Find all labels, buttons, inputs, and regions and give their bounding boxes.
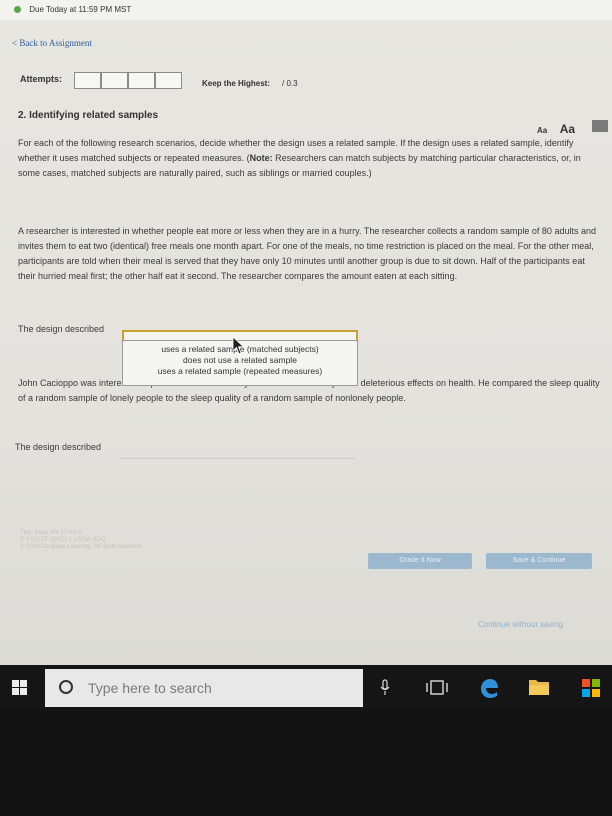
design-described-label-2: The design described [15, 442, 102, 452]
note-label: Note: [249, 153, 273, 163]
due-status-bar: Due Today at 11:59 PM MST [0, 0, 612, 20]
save-and-continue-button[interactable]: Save & Continue [486, 553, 592, 569]
attempt-box [74, 72, 101, 89]
browser-screen: Due Today at 11:59 PM MST < Back to Assi… [0, 0, 612, 665]
back-to-assignment-link[interactable]: < Back to Assignment [12, 38, 92, 48]
attempt-box [128, 72, 155, 89]
option-not-related[interactable]: does not use a related sample [123, 355, 357, 366]
edge-browser-icon[interactable] [477, 676, 501, 700]
store-icon[interactable] [580, 677, 602, 699]
taskbar-search-box[interactable]: Type here to search [45, 669, 363, 707]
font-larger-button[interactable]: Aa [560, 122, 575, 136]
keep-highest-label: Keep the Highest: [202, 79, 271, 88]
font-smaller-button[interactable]: Aa [537, 126, 547, 135]
footer-version-info: Tiep: Pavo VN 27.0.0.0 © 2 (A) EP (DVD) … [20, 530, 144, 550]
scenario-1-text: A researcher is interested in whether pe… [18, 226, 596, 281]
design-select-2[interactable] [120, 458, 356, 459]
grade-it-now-button[interactable]: Grade It Now [368, 553, 472, 569]
print-icon[interactable] [592, 120, 608, 132]
cortana-circle-icon [59, 680, 73, 694]
continue-without-saving-link[interactable]: Continue without saving [478, 620, 563, 629]
design-described-label: The design described [18, 324, 105, 334]
attempts-label: Attempts: [20, 74, 62, 84]
file-explorer-icon[interactable] [528, 677, 550, 697]
windows-start-icon[interactable] [12, 680, 28, 696]
attempt-box [155, 72, 182, 89]
question-title: 2. Identifying related samples [18, 110, 159, 121]
option-repeated-measures[interactable]: uses a related sample (repeated measures… [123, 366, 357, 377]
due-text: Due Today at 11:59 PM MST [29, 5, 132, 14]
status-dot-icon [14, 6, 21, 13]
keep-highest-value: / 0.3 [282, 79, 298, 88]
attempts-row: Attempts: Keep the Highest: / 0.3 [20, 72, 580, 92]
monitor-bezel [0, 711, 612, 816]
windows-taskbar: Type here to search [0, 665, 612, 711]
task-view-icon[interactable] [426, 679, 448, 696]
microphone-icon[interactable] [380, 679, 390, 697]
mouse-cursor-icon [232, 336, 245, 355]
search-placeholder: Type here to search [88, 680, 212, 696]
question-instructions: For each of the following research scena… [18, 136, 602, 181]
attempt-box [101, 72, 128, 89]
